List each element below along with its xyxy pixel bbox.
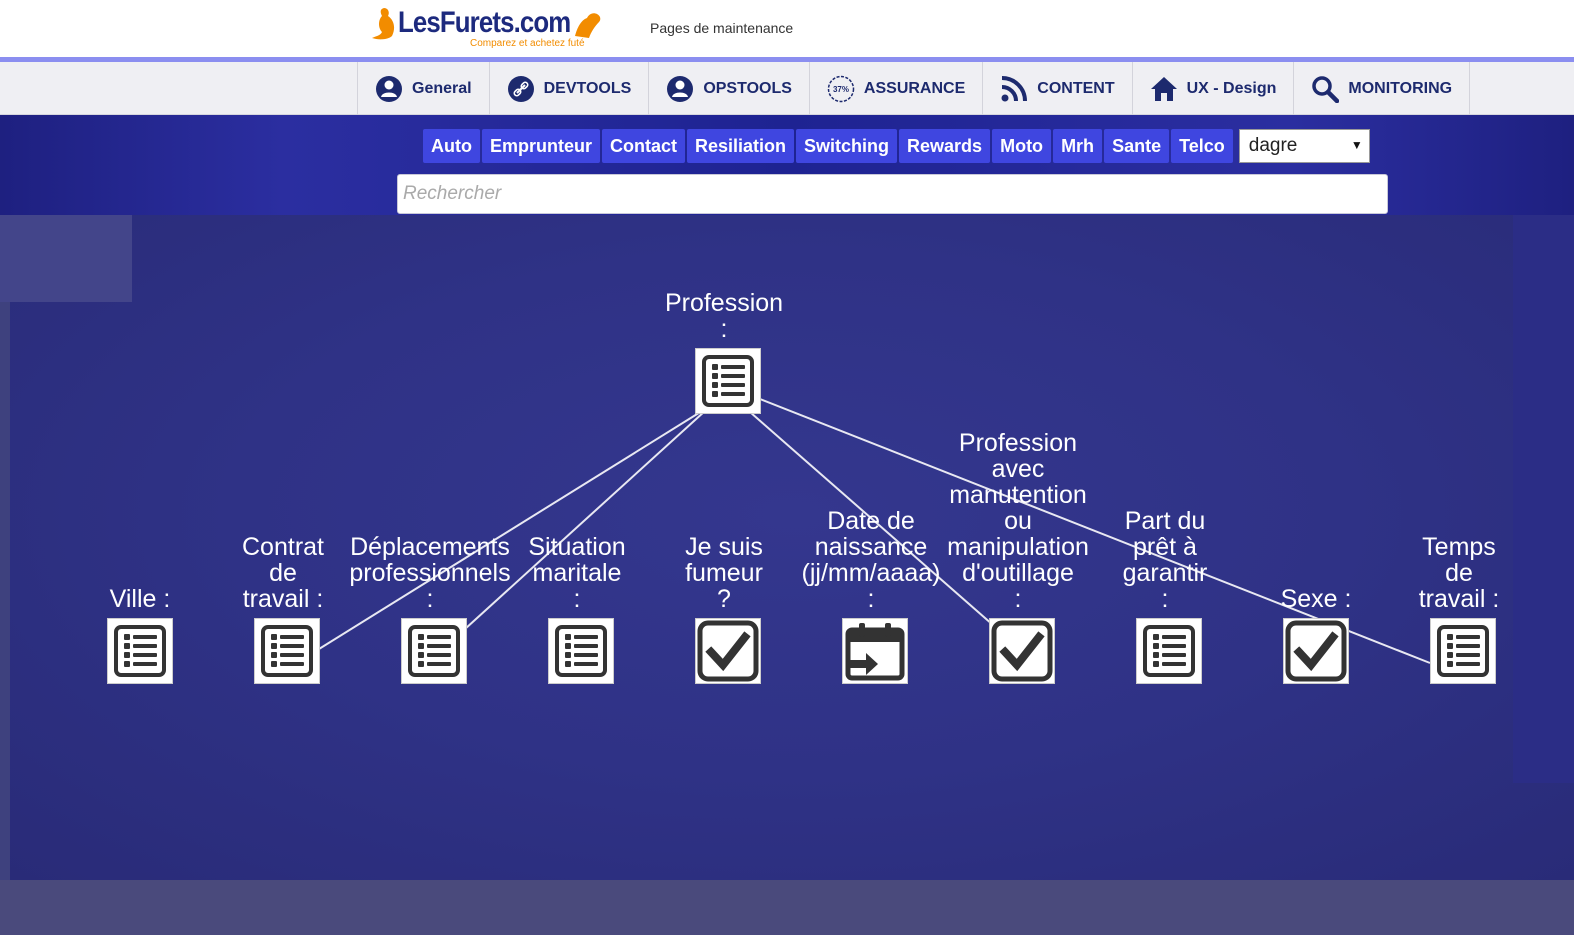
graph-node[interactable]	[695, 618, 761, 684]
tab-resiliation[interactable]: Resiliation	[687, 129, 795, 163]
list-icon	[401, 618, 467, 684]
nav-item-label: CONTENT	[1037, 79, 1115, 97]
search-icon	[1311, 75, 1340, 103]
graph-node[interactable]	[1283, 618, 1349, 684]
dropdown-arrow-icon: ▼	[1350, 138, 1363, 152]
graph-node[interactable]	[401, 618, 467, 684]
node-label: Profession avec manutention ou manipulat…	[947, 429, 1089, 613]
logo-tagline: Comparez et achetez futé	[470, 38, 585, 49]
graph-node-root[interactable]	[695, 348, 761, 414]
tab-moto[interactable]: Moto	[992, 129, 1052, 163]
node-label: Part du prêt à garantir :	[1122, 507, 1208, 613]
calendar-icon	[842, 618, 908, 684]
tab-switching[interactable]: Switching	[796, 129, 898, 163]
home-icon	[1150, 75, 1178, 103]
tab-rewards[interactable]: Rewards	[899, 129, 991, 163]
percent-badge-icon: 37%	[827, 75, 855, 103]
graph-node[interactable]	[1136, 618, 1202, 684]
graph-node[interactable]	[1430, 618, 1496, 684]
filter-band: Auto Emprunteur Contact Resiliation Swit…	[0, 115, 1574, 215]
graph-node[interactable]	[989, 618, 1055, 684]
search-input[interactable]	[397, 174, 1388, 214]
list-icon	[107, 618, 173, 684]
lesfurets-logo[interactable]: LesFurets.com Comparez et achetez futé	[370, 6, 605, 52]
list-icon	[548, 618, 614, 684]
nav-item-label: DEVTOOLS	[543, 79, 632, 97]
layout-select[interactable]: dagre ▼	[1238, 129, 1370, 163]
left-strip	[0, 215, 10, 880]
node-label: Contrat de travail :	[242, 533, 324, 613]
graph-node[interactable]	[107, 618, 173, 684]
nav-item-general[interactable]: General	[358, 62, 490, 115]
nav-item-label: UX - Design	[1186, 79, 1277, 97]
tab-mrh[interactable]: Mrh	[1053, 129, 1103, 163]
layout-select-value: dagre	[1248, 135, 1298, 156]
top-header: LesFurets.com Comparez et achetez futé P…	[0, 0, 1574, 58]
nav-item-label: ASSURANCE	[863, 79, 966, 97]
graph-node[interactable]	[842, 618, 908, 684]
node-label: Profession :	[664, 289, 784, 343]
nav-item-ux-design[interactable]: UX - Design	[1133, 62, 1295, 115]
corner-overlay	[0, 215, 132, 302]
node-label: Sexe :	[1280, 585, 1352, 613]
ferret-left-icon	[372, 8, 395, 40]
list-icon	[695, 348, 761, 414]
rss-icon	[1000, 75, 1028, 103]
nav-item-label: OPSTOOLS	[703, 79, 792, 97]
node-label: Temps de travail :	[1418, 533, 1500, 613]
list-icon	[254, 618, 320, 684]
tab-sante[interactable]: Sante	[1104, 129, 1170, 163]
user-icon	[375, 75, 403, 103]
tab-emprunteur[interactable]: Emprunteur	[481, 129, 600, 163]
user-icon	[666, 75, 694, 103]
node-label: Je suis fumeur ?	[685, 533, 763, 613]
nav-item-devtools[interactable]: DEVTOOLS	[490, 62, 650, 115]
checkbox-icon	[1283, 618, 1349, 684]
nav-item-monitoring[interactable]: MONITORING	[1294, 62, 1471, 115]
page-title: Pages de maintenance	[650, 20, 794, 36]
list-icon	[1136, 618, 1202, 684]
tab-auto[interactable]: Auto	[423, 129, 480, 163]
node-label: Date de naissance (jj/mm/aaaa) :	[801, 507, 941, 613]
node-label: Situation maritale :	[528, 533, 626, 613]
nav-item-label: MONITORING	[1348, 79, 1453, 97]
tab-telco[interactable]: Telco	[1171, 129, 1233, 163]
svg-text:37%: 37%	[833, 85, 849, 94]
link-icon	[507, 75, 535, 103]
nav-item-label: General	[412, 79, 472, 97]
sub-tabs: Auto Emprunteur Contact Resiliation Swit…	[423, 129, 1370, 163]
checkbox-icon	[695, 618, 761, 684]
tab-contact[interactable]: Contact	[602, 129, 685, 163]
footer-area	[0, 880, 1574, 935]
right-panel	[1513, 215, 1574, 783]
nav-item-assurance[interactable]: 37% ASSURANCE	[810, 62, 984, 115]
main-nav: General DEVTOOLS OPSTOOLS 37% ASSURANCE …	[0, 62, 1574, 115]
checkbox-icon	[989, 618, 1055, 684]
nav-item-opstools[interactable]: OPSTOOLS	[649, 62, 810, 115]
node-label: Déplacements professionnels :	[349, 533, 511, 613]
graph-node[interactable]	[548, 618, 614, 684]
nav-item-content[interactable]: CONTENT	[983, 62, 1133, 115]
graph-node[interactable]	[254, 618, 320, 684]
node-label: Ville :	[109, 585, 171, 613]
logo-text: LesFurets.com	[398, 6, 571, 39]
list-icon	[1430, 618, 1496, 684]
ferret-right-icon	[575, 13, 601, 39]
